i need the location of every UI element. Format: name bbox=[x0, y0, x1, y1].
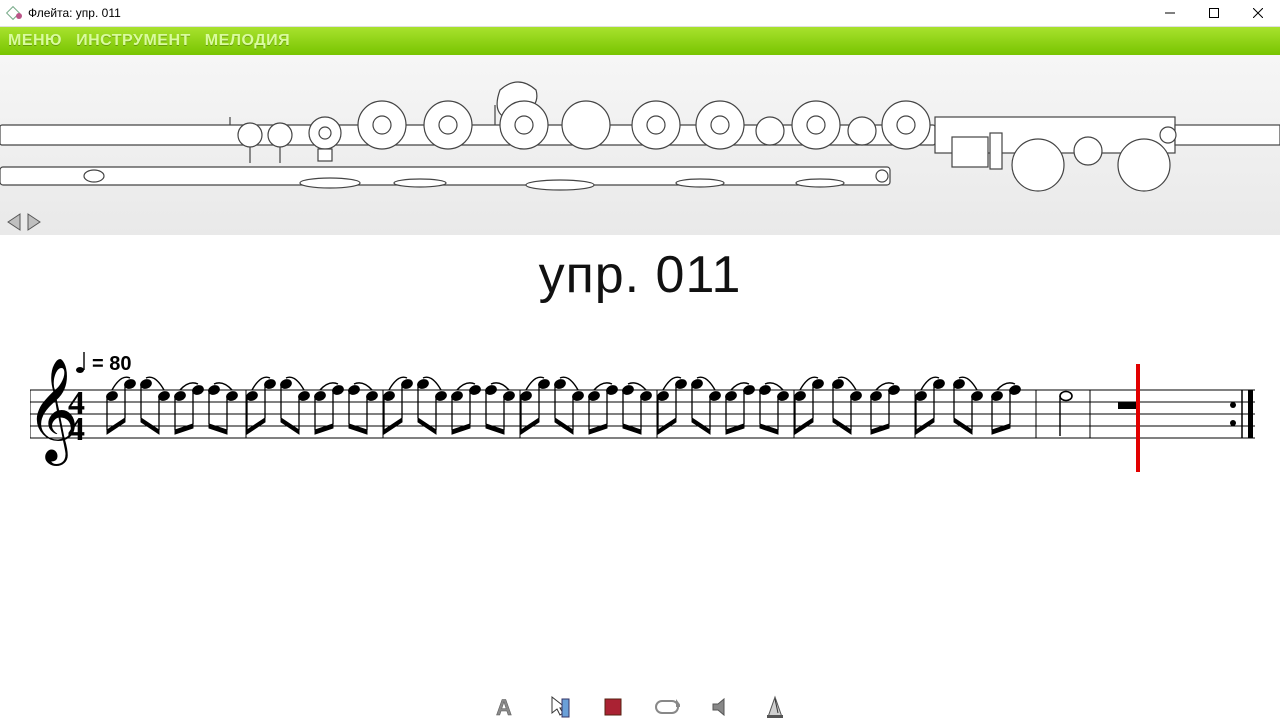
music-staff: = 80 𝄞 4 4 bbox=[30, 350, 1260, 490]
sound-button[interactable] bbox=[708, 694, 734, 720]
minimize-button[interactable] bbox=[1148, 0, 1192, 26]
flute-diagram bbox=[0, 55, 1280, 235]
flute-diagram-panel bbox=[0, 55, 1280, 235]
score-panel: упр. 011 = 80 𝄞 4 4 bbox=[0, 245, 1280, 705]
window-title: Флейта: упр. 011 bbox=[28, 6, 1148, 20]
timesig-bottom: 4 bbox=[68, 411, 85, 448]
titlebar: Флейта: упр. 011 bbox=[0, 0, 1280, 27]
stop-button[interactable] bbox=[600, 694, 626, 720]
a-button[interactable]: A bbox=[492, 694, 518, 720]
menu-item-menu[interactable]: МЕНЮ bbox=[8, 32, 62, 50]
tempo-text: = 80 bbox=[92, 353, 131, 375]
svg-text:A: A bbox=[496, 695, 512, 719]
menu-item-instrument[interactable]: ИНСТРУМЕНТ bbox=[76, 32, 191, 50]
maximize-button[interactable] bbox=[1192, 0, 1236, 26]
half-rest bbox=[1118, 402, 1136, 409]
metronome-button[interactable] bbox=[762, 694, 788, 720]
menu-item-melody[interactable]: МЕЛОДИЯ bbox=[205, 32, 290, 50]
loop-button[interactable] bbox=[654, 694, 680, 720]
menubar: МЕНЮ ИНСТРУМЕНТ МЕЛОДИЯ bbox=[0, 27, 1280, 55]
exercise-title: упр. 011 bbox=[0, 245, 1280, 305]
nav-arrows[interactable] bbox=[6, 211, 42, 233]
bottom-toolbar: A bbox=[0, 692, 1280, 720]
app-icon bbox=[6, 5, 22, 21]
cursor-tool[interactable] bbox=[546, 694, 572, 720]
close-button[interactable] bbox=[1236, 0, 1280, 26]
